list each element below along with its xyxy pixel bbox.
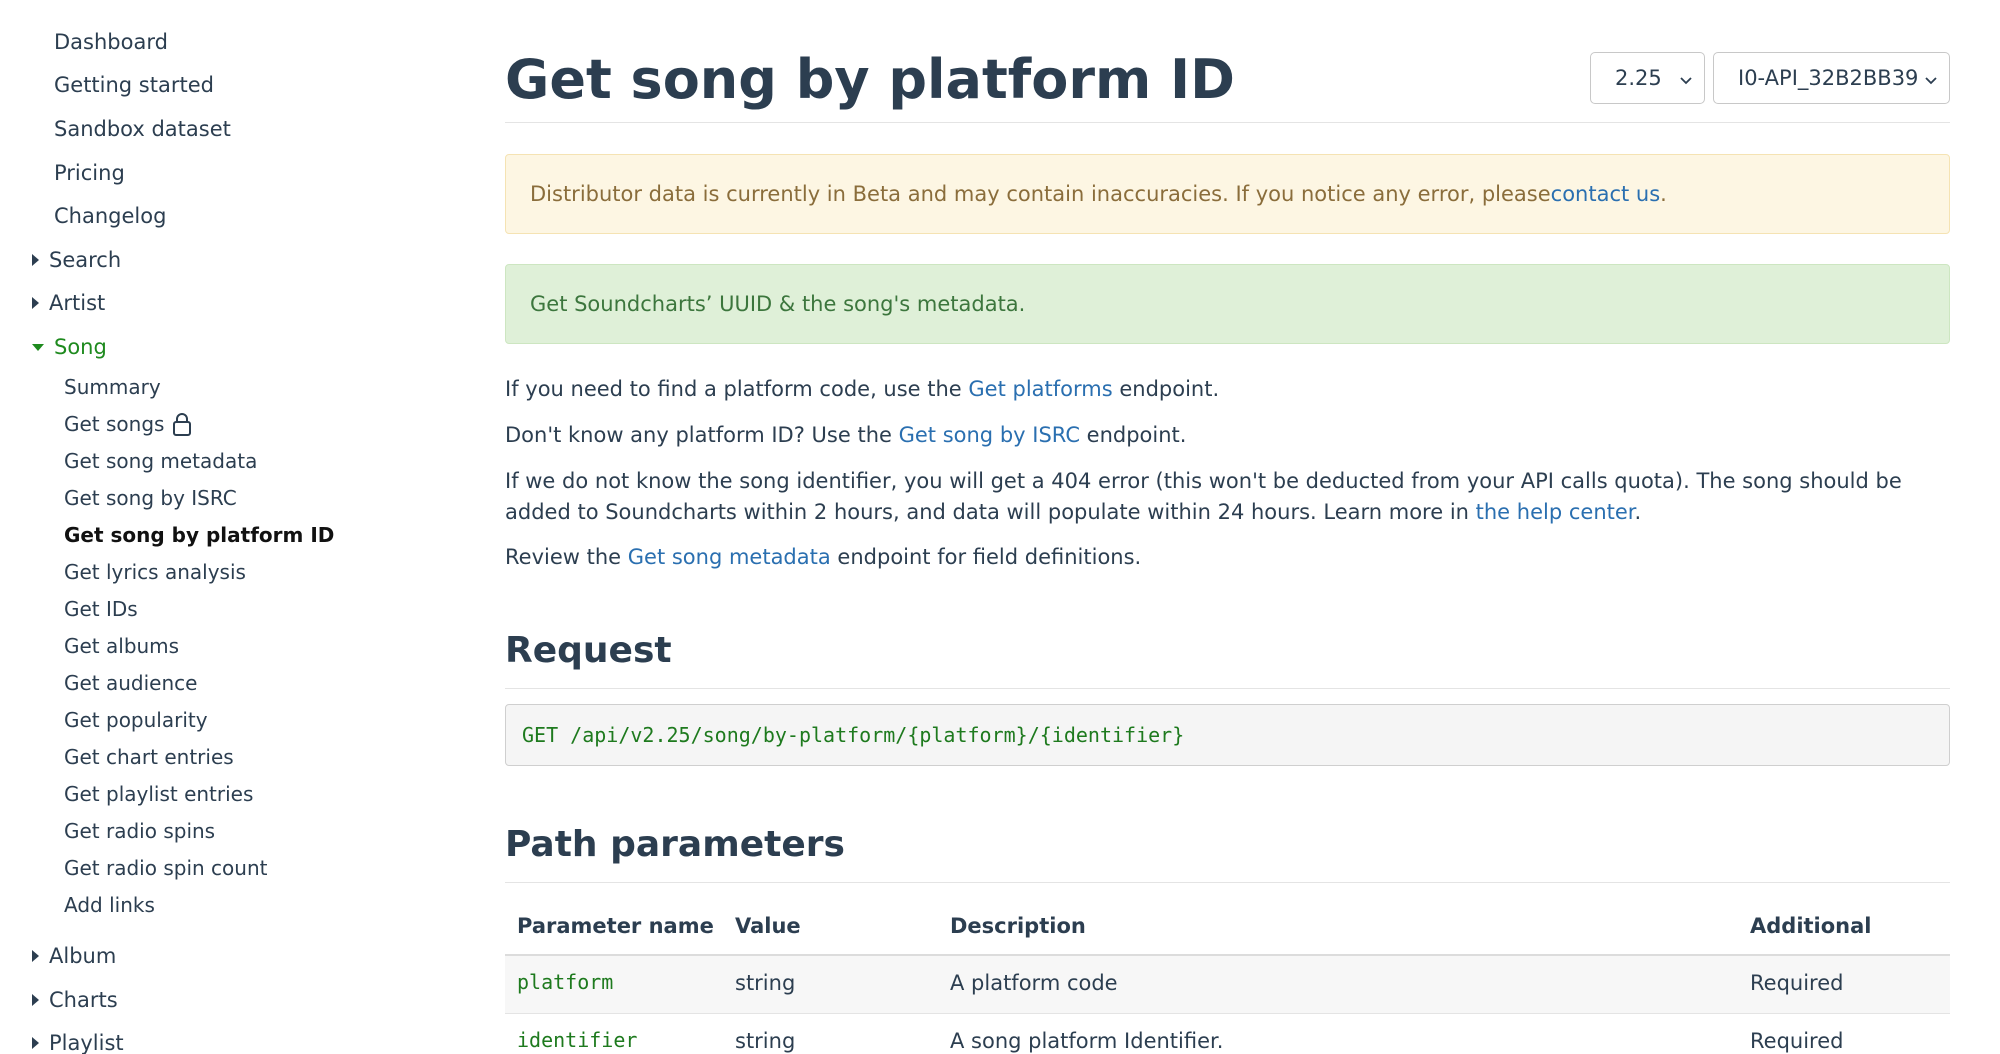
sidebar-section-label: Song bbox=[54, 335, 107, 359]
sidebar-item-get-song-by-isrc[interactable]: Get song by ISRC bbox=[64, 486, 237, 510]
table-row: platform string A platform code Required bbox=[505, 956, 1950, 1013]
table-row: identifier string A song platform Identi… bbox=[505, 1014, 1950, 1054]
path-parameters-divider bbox=[505, 882, 1950, 883]
column-header: Additional bbox=[1750, 914, 1872, 938]
get-song-by-isrc-link[interactable]: Get song by ISRC bbox=[899, 423, 1080, 447]
contact-us-link[interactable]: contact us bbox=[1551, 182, 1661, 206]
sidebar-item-get-playlist-entries[interactable]: Get playlist entries bbox=[64, 782, 253, 806]
sidebar-item-sandbox-dataset[interactable]: Sandbox dataset bbox=[54, 117, 231, 141]
request-endpoint-code: GET /api/v2.25/song/by-platform/{platfor… bbox=[505, 704, 1950, 766]
request-heading: Request bbox=[505, 630, 672, 671]
sidebar-section-label: Playlist bbox=[49, 1031, 124, 1054]
sidebar-item-get-lyrics-analysis[interactable]: Get lyrics analysis bbox=[64, 560, 246, 584]
paragraph-text: endpoint. bbox=[1112, 377, 1220, 401]
paragraph-text: If you need to find a platform code, use… bbox=[505, 377, 969, 401]
lock-icon bbox=[172, 412, 192, 436]
get-song-metadata-link[interactable]: Get song metadata bbox=[628, 545, 831, 569]
sidebar-item-get-song-by-platform-id[interactable]: Get song by platform ID bbox=[64, 523, 334, 547]
app-select-value: I0-API_32B2BB39 bbox=[1738, 66, 1919, 90]
get-platforms-link[interactable]: Get platforms bbox=[968, 377, 1112, 401]
sidebar-section-search[interactable]: Search bbox=[32, 248, 121, 272]
sidebar-item-get-radio-spin-count[interactable]: Get radio spin count bbox=[64, 856, 267, 880]
paragraph-text: If we do not know the song identifier, y… bbox=[505, 469, 1902, 524]
paragraph-text: . bbox=[1634, 500, 1642, 524]
paragraph-text: endpoint. bbox=[1079, 423, 1187, 447]
info-alert: Get Soundcharts’ UUID & the song's metad… bbox=[505, 264, 1950, 344]
title-divider bbox=[505, 122, 1950, 123]
sidebar-item-get-song-metadata[interactable]: Get song metadata bbox=[64, 449, 257, 473]
version-select[interactable]: 2.25 bbox=[1590, 52, 1705, 104]
paragraph-text: Don't know any platform ID? Use the bbox=[505, 423, 899, 447]
paragraph-text: Review the bbox=[505, 545, 628, 569]
sidebar-item-add-links[interactable]: Add links bbox=[64, 893, 155, 917]
param-value: string bbox=[735, 1029, 796, 1053]
paragraph-platform-code: If you need to find a platform code, use… bbox=[505, 374, 1950, 405]
param-additional: Required bbox=[1750, 1029, 1844, 1053]
column-header: Parameter name bbox=[517, 914, 714, 938]
help-center-link[interactable]: the help center bbox=[1476, 500, 1635, 524]
sidebar-item-get-ids[interactable]: Get IDs bbox=[64, 597, 138, 621]
paragraph-text: endpoint for field definitions. bbox=[830, 545, 1142, 569]
sidebar-item-label: Get songs bbox=[64, 412, 165, 436]
chevron-down-icon bbox=[1678, 69, 1694, 93]
param-name: platform bbox=[517, 970, 614, 994]
caret-right-icon bbox=[32, 297, 39, 309]
sidebar-section-artist[interactable]: Artist bbox=[32, 291, 105, 315]
paragraph-review: Review the Get song metadata endpoint fo… bbox=[505, 542, 1950, 573]
request-divider bbox=[505, 688, 1950, 689]
param-name: identifier bbox=[517, 1028, 638, 1052]
chevron-down-icon bbox=[1923, 69, 1939, 93]
param-description: A song platform Identifier. bbox=[950, 1029, 1224, 1053]
sidebar-item-dashboard[interactable]: Dashboard bbox=[54, 30, 168, 54]
param-value: string bbox=[735, 971, 796, 995]
param-additional: Required bbox=[1750, 971, 1844, 995]
caret-down-icon bbox=[32, 343, 44, 351]
sidebar-item-get-songs[interactable]: Get songs bbox=[64, 412, 192, 436]
sidebar-item-getting-started[interactable]: Getting started bbox=[54, 73, 214, 97]
beta-warning-text: Distributor data is currently in Beta an… bbox=[530, 182, 1551, 206]
param-description: A platform code bbox=[950, 971, 1118, 995]
sidebar-item-get-audience[interactable]: Get audience bbox=[64, 671, 197, 695]
app-select[interactable]: I0-API_32B2BB39 bbox=[1713, 52, 1950, 104]
sidebar-section-charts[interactable]: Charts bbox=[32, 988, 118, 1012]
path-parameters-heading: Path parameters bbox=[505, 824, 845, 865]
caret-right-icon bbox=[32, 1037, 39, 1049]
sidebar-section-label: Album bbox=[49, 944, 117, 968]
sidebar-section-label: Search bbox=[49, 248, 122, 272]
caret-right-icon bbox=[32, 950, 39, 962]
paragraph-platform-id: Don't know any platform ID? Use the Get … bbox=[505, 420, 1950, 451]
sidebar-section-song[interactable]: Song bbox=[32, 335, 107, 359]
paragraph-404: If we do not know the song identifier, y… bbox=[505, 466, 1950, 528]
sidebar-section-album[interactable]: Album bbox=[32, 944, 116, 968]
sidebar-item-get-chart-entries[interactable]: Get chart entries bbox=[64, 745, 234, 769]
caret-right-icon bbox=[32, 254, 39, 266]
sidebar-item-get-radio-spins[interactable]: Get radio spins bbox=[64, 819, 215, 843]
sidebar-section-label: Artist bbox=[49, 291, 106, 315]
sidebar-item-pricing[interactable]: Pricing bbox=[54, 161, 125, 185]
column-header: Description bbox=[950, 914, 1086, 938]
beta-warning-end: . bbox=[1660, 182, 1667, 206]
page-title: Get song by platform ID bbox=[505, 48, 1235, 111]
sidebar-nav: Dashboard Getting started Sandbox datase… bbox=[0, 0, 460, 1054]
caret-right-icon bbox=[32, 994, 39, 1006]
info-alert-text: Get Soundcharts’ UUID & the song's metad… bbox=[530, 292, 1026, 316]
beta-warning-alert: Distributor data is currently in Beta an… bbox=[505, 154, 1950, 234]
sidebar-section-label: Charts bbox=[49, 988, 118, 1012]
version-select-value: 2.25 bbox=[1615, 66, 1662, 90]
sidebar-item-get-albums[interactable]: Get albums bbox=[64, 634, 179, 658]
column-header: Value bbox=[735, 914, 801, 938]
sidebar-section-playlist[interactable]: Playlist bbox=[32, 1031, 124, 1054]
sidebar-item-get-popularity[interactable]: Get popularity bbox=[64, 708, 208, 732]
sidebar-item-summary[interactable]: Summary bbox=[64, 375, 161, 399]
sidebar-item-changelog[interactable]: Changelog bbox=[54, 204, 166, 228]
